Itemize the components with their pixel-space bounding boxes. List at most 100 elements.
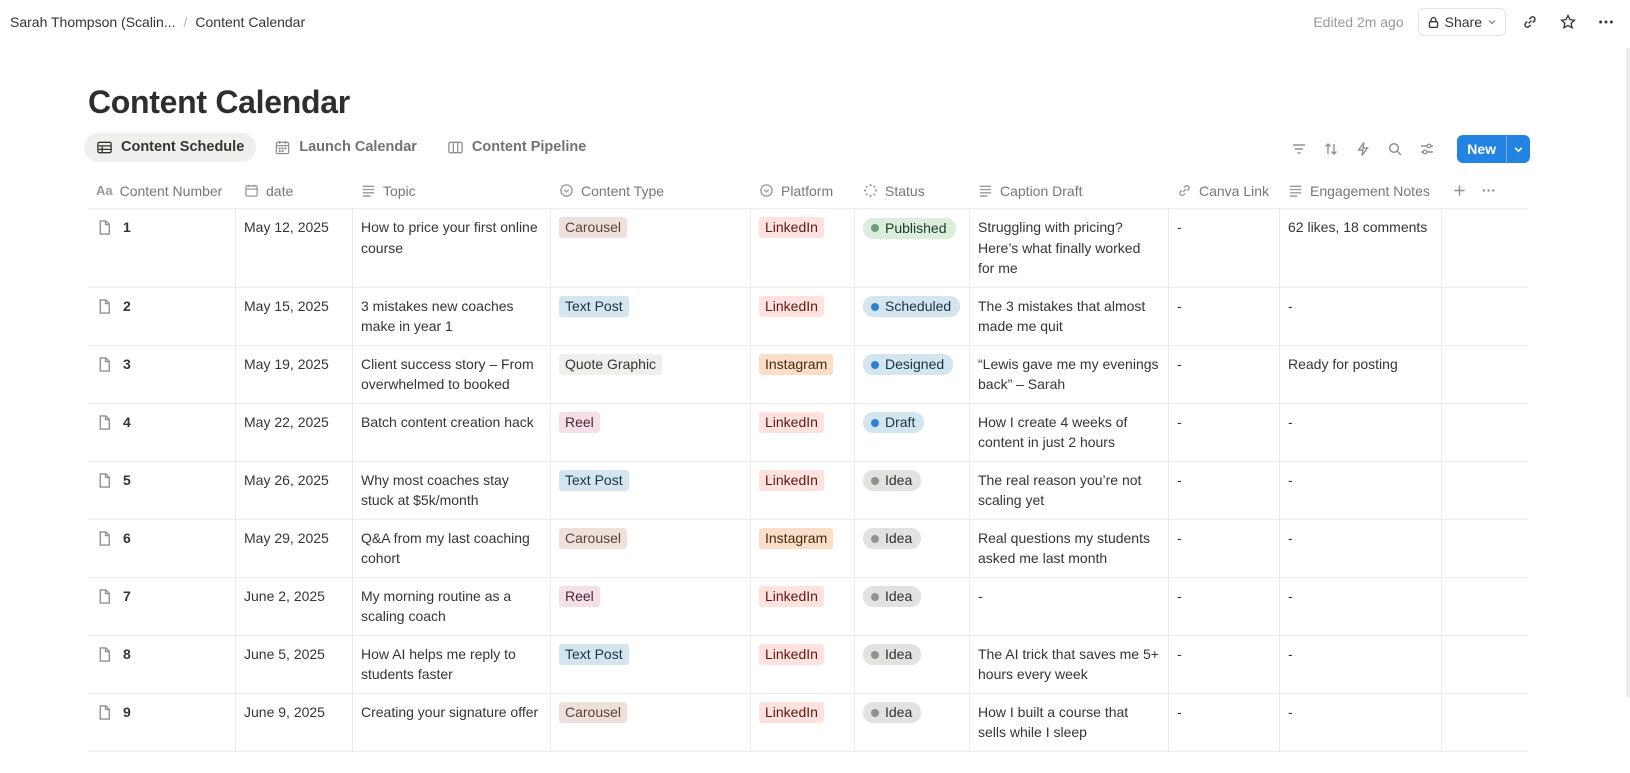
caption-draft-cell[interactable]: The 3 mistakes that almost made me quit — [970, 287, 1169, 345]
scrollbar[interactable] — [1626, 48, 1630, 698]
caption-draft-cell[interactable]: How I built a course that sells while I … — [970, 693, 1169, 751]
canva-link-cell[interactable]: - — [1169, 635, 1280, 693]
content-number-cell[interactable]: 5 — [88, 461, 236, 519]
content-number-cell[interactable]: 1 — [88, 209, 236, 287]
automation-bolt-icon[interactable] — [1351, 137, 1375, 161]
engagement-notes-cell[interactable]: - — [1280, 519, 1442, 577]
date-cell[interactable]: May 26, 2025 — [236, 461, 353, 519]
page-title-cell[interactable]: 6 — [96, 528, 227, 549]
platform-cell[interactable]: LinkedIn — [751, 209, 855, 287]
platform-cell[interactable]: LinkedIn — [751, 287, 855, 345]
column-header[interactable]: Platform — [751, 173, 855, 208]
content-number-cell[interactable]: 7 — [88, 577, 236, 635]
content-number-cell[interactable]: 4 — [88, 403, 236, 461]
engagement-notes-cell[interactable]: 62 likes, 18 comments — [1280, 209, 1442, 287]
date-cell[interactable]: June 2, 2025 — [236, 577, 353, 635]
content-type-cell[interactable]: Reel — [551, 577, 751, 635]
content-number-cell[interactable]: 9 — [88, 693, 236, 751]
topic-cell[interactable]: Client success story – From overwhelmed … — [353, 345, 551, 403]
caption-draft-cell[interactable]: Real questions my students asked me last… — [970, 519, 1169, 577]
table-row[interactable]: 1 May 12, 2025 How to price your first onl… — [88, 209, 1528, 288]
page-title-cell[interactable]: 4 — [96, 412, 227, 433]
date-cell[interactable]: May 22, 2025 — [236, 403, 353, 461]
page-title-cell[interactable]: 2 — [96, 296, 227, 317]
platform-cell[interactable]: LinkedIn — [751, 403, 855, 461]
status-cell[interactable]: Idea — [855, 635, 970, 693]
engagement-notes-cell[interactable]: - — [1280, 287, 1442, 345]
content-type-cell[interactable]: Quote Graphic — [551, 345, 751, 403]
content-number-cell[interactable]: 6 — [88, 519, 236, 577]
canva-link-cell[interactable]: - — [1169, 403, 1280, 461]
caption-draft-cell[interactable]: The real reason you’re not scaling yet — [970, 461, 1169, 519]
column-header[interactable]: Content Type — [551, 173, 751, 208]
caption-draft-cell[interactable]: Struggling with pricing? Here’s what fin… — [970, 209, 1169, 287]
breadcrumb-page[interactable]: Content Calendar — [195, 14, 305, 30]
platform-cell[interactable]: Instagram — [751, 519, 855, 577]
more-icon[interactable] — [1592, 8, 1620, 36]
date-cell[interactable]: May 29, 2025 — [236, 519, 353, 577]
content-number-cell[interactable]: 8 — [88, 635, 236, 693]
platform-cell[interactable]: Instagram — [751, 345, 855, 403]
table-row[interactable]: 3 May 19, 2025 Client success story – From… — [88, 345, 1528, 404]
caption-draft-cell[interactable]: - — [970, 577, 1169, 635]
page-title-cell[interactable]: 3 — [96, 354, 227, 375]
page-title-cell[interactable]: 7 — [96, 586, 227, 607]
tab-launch-calendar[interactable]: Launch Calendar — [262, 133, 429, 162]
topic-cell[interactable]: My morning routine as a scaling coach — [353, 577, 551, 635]
canva-link-cell[interactable]: - — [1169, 461, 1280, 519]
share-button[interactable]: Share — [1417, 8, 1506, 36]
page-title-cell[interactable]: 1 — [96, 217, 227, 238]
canva-link-cell[interactable]: - — [1169, 577, 1280, 635]
canva-link-cell[interactable]: - — [1169, 287, 1280, 345]
page-title-cell[interactable]: 5 — [96, 470, 227, 491]
engagement-notes-cell[interactable]: - — [1280, 577, 1442, 635]
topic-cell[interactable]: Batch content creation hack — [353, 403, 551, 461]
tab-content-pipeline[interactable]: Content Pipeline — [435, 133, 598, 162]
table-row[interactable]: 4 May 22, 2025 Batch content creation hack… — [88, 403, 1528, 462]
content-type-cell[interactable]: Carousel — [551, 209, 751, 287]
filter-icon[interactable] — [1287, 137, 1311, 161]
breadcrumb-workspace[interactable]: Sarah Thompson (Scalin... — [10, 14, 176, 30]
more-icon[interactable] — [1481, 183, 1496, 198]
platform-cell[interactable]: LinkedIn — [751, 635, 855, 693]
engagement-notes-cell[interactable]: - — [1280, 693, 1442, 751]
status-cell[interactable]: Idea — [855, 461, 970, 519]
caption-draft-cell[interactable]: “Lewis gave me my evenings back” – Sarah — [970, 345, 1169, 403]
new-button[interactable]: New — [1457, 135, 1530, 163]
platform-cell[interactable]: LinkedIn — [751, 577, 855, 635]
content-type-cell[interactable]: Text Post — [551, 461, 751, 519]
platform-cell[interactable]: LinkedIn — [751, 461, 855, 519]
canva-link-cell[interactable]: - — [1169, 519, 1280, 577]
column-header[interactable]: Aa Content Number — [88, 173, 236, 208]
tab-content-schedule[interactable]: Content Schedule — [84, 132, 257, 162]
column-header[interactable]: date — [236, 173, 353, 208]
date-cell[interactable]: May 12, 2025 — [236, 209, 353, 287]
content-number-cell[interactable]: 3 — [88, 345, 236, 403]
status-cell[interactable]: Idea — [855, 693, 970, 751]
canva-link-cell[interactable]: - — [1169, 209, 1280, 287]
content-type-cell[interactable]: Carousel — [551, 519, 751, 577]
engagement-notes-cell[interactable]: Ready for posting — [1280, 345, 1442, 403]
caption-draft-cell[interactable]: The AI trick that saves me 5+ hours ever… — [970, 635, 1169, 693]
table-row[interactable]: 6 May 29, 2025 Q&A from my last coaching c… — [88, 519, 1528, 578]
date-cell[interactable]: June 9, 2025 — [236, 693, 353, 751]
date-cell[interactable]: June 5, 2025 — [236, 635, 353, 693]
status-cell[interactable]: Published — [855, 209, 970, 287]
caption-draft-cell[interactable]: How I create 4 weeks of content in just … — [970, 403, 1169, 461]
status-cell[interactable]: Idea — [855, 577, 970, 635]
engagement-notes-cell[interactable]: - — [1280, 403, 1442, 461]
platform-cell[interactable]: LinkedIn — [751, 693, 855, 751]
table-row[interactable]: 2 May 15, 2025 3 mistakes new coaches make… — [88, 287, 1528, 346]
status-cell[interactable]: Idea — [855, 519, 970, 577]
add-column-icon[interactable] — [1452, 183, 1467, 198]
copy-link-icon[interactable] — [1516, 8, 1544, 36]
table-row[interactable]: 9 June 9, 2025 Creating your signature off… — [88, 693, 1528, 752]
table-row[interactable]: 5 May 26, 2025 Why most coaches stay stuck… — [88, 461, 1528, 520]
topic-cell[interactable]: Q&A from my last coaching cohort — [353, 519, 551, 577]
topic-cell[interactable]: 3 mistakes new coaches make in year 1 — [353, 287, 551, 345]
page-title-cell[interactable]: 9 — [96, 702, 227, 723]
column-header[interactable]: Topic — [353, 173, 551, 208]
sort-icon[interactable] — [1319, 137, 1343, 161]
status-cell[interactable]: Designed — [855, 345, 970, 403]
topic-cell[interactable]: How to price your first online course — [353, 209, 551, 287]
